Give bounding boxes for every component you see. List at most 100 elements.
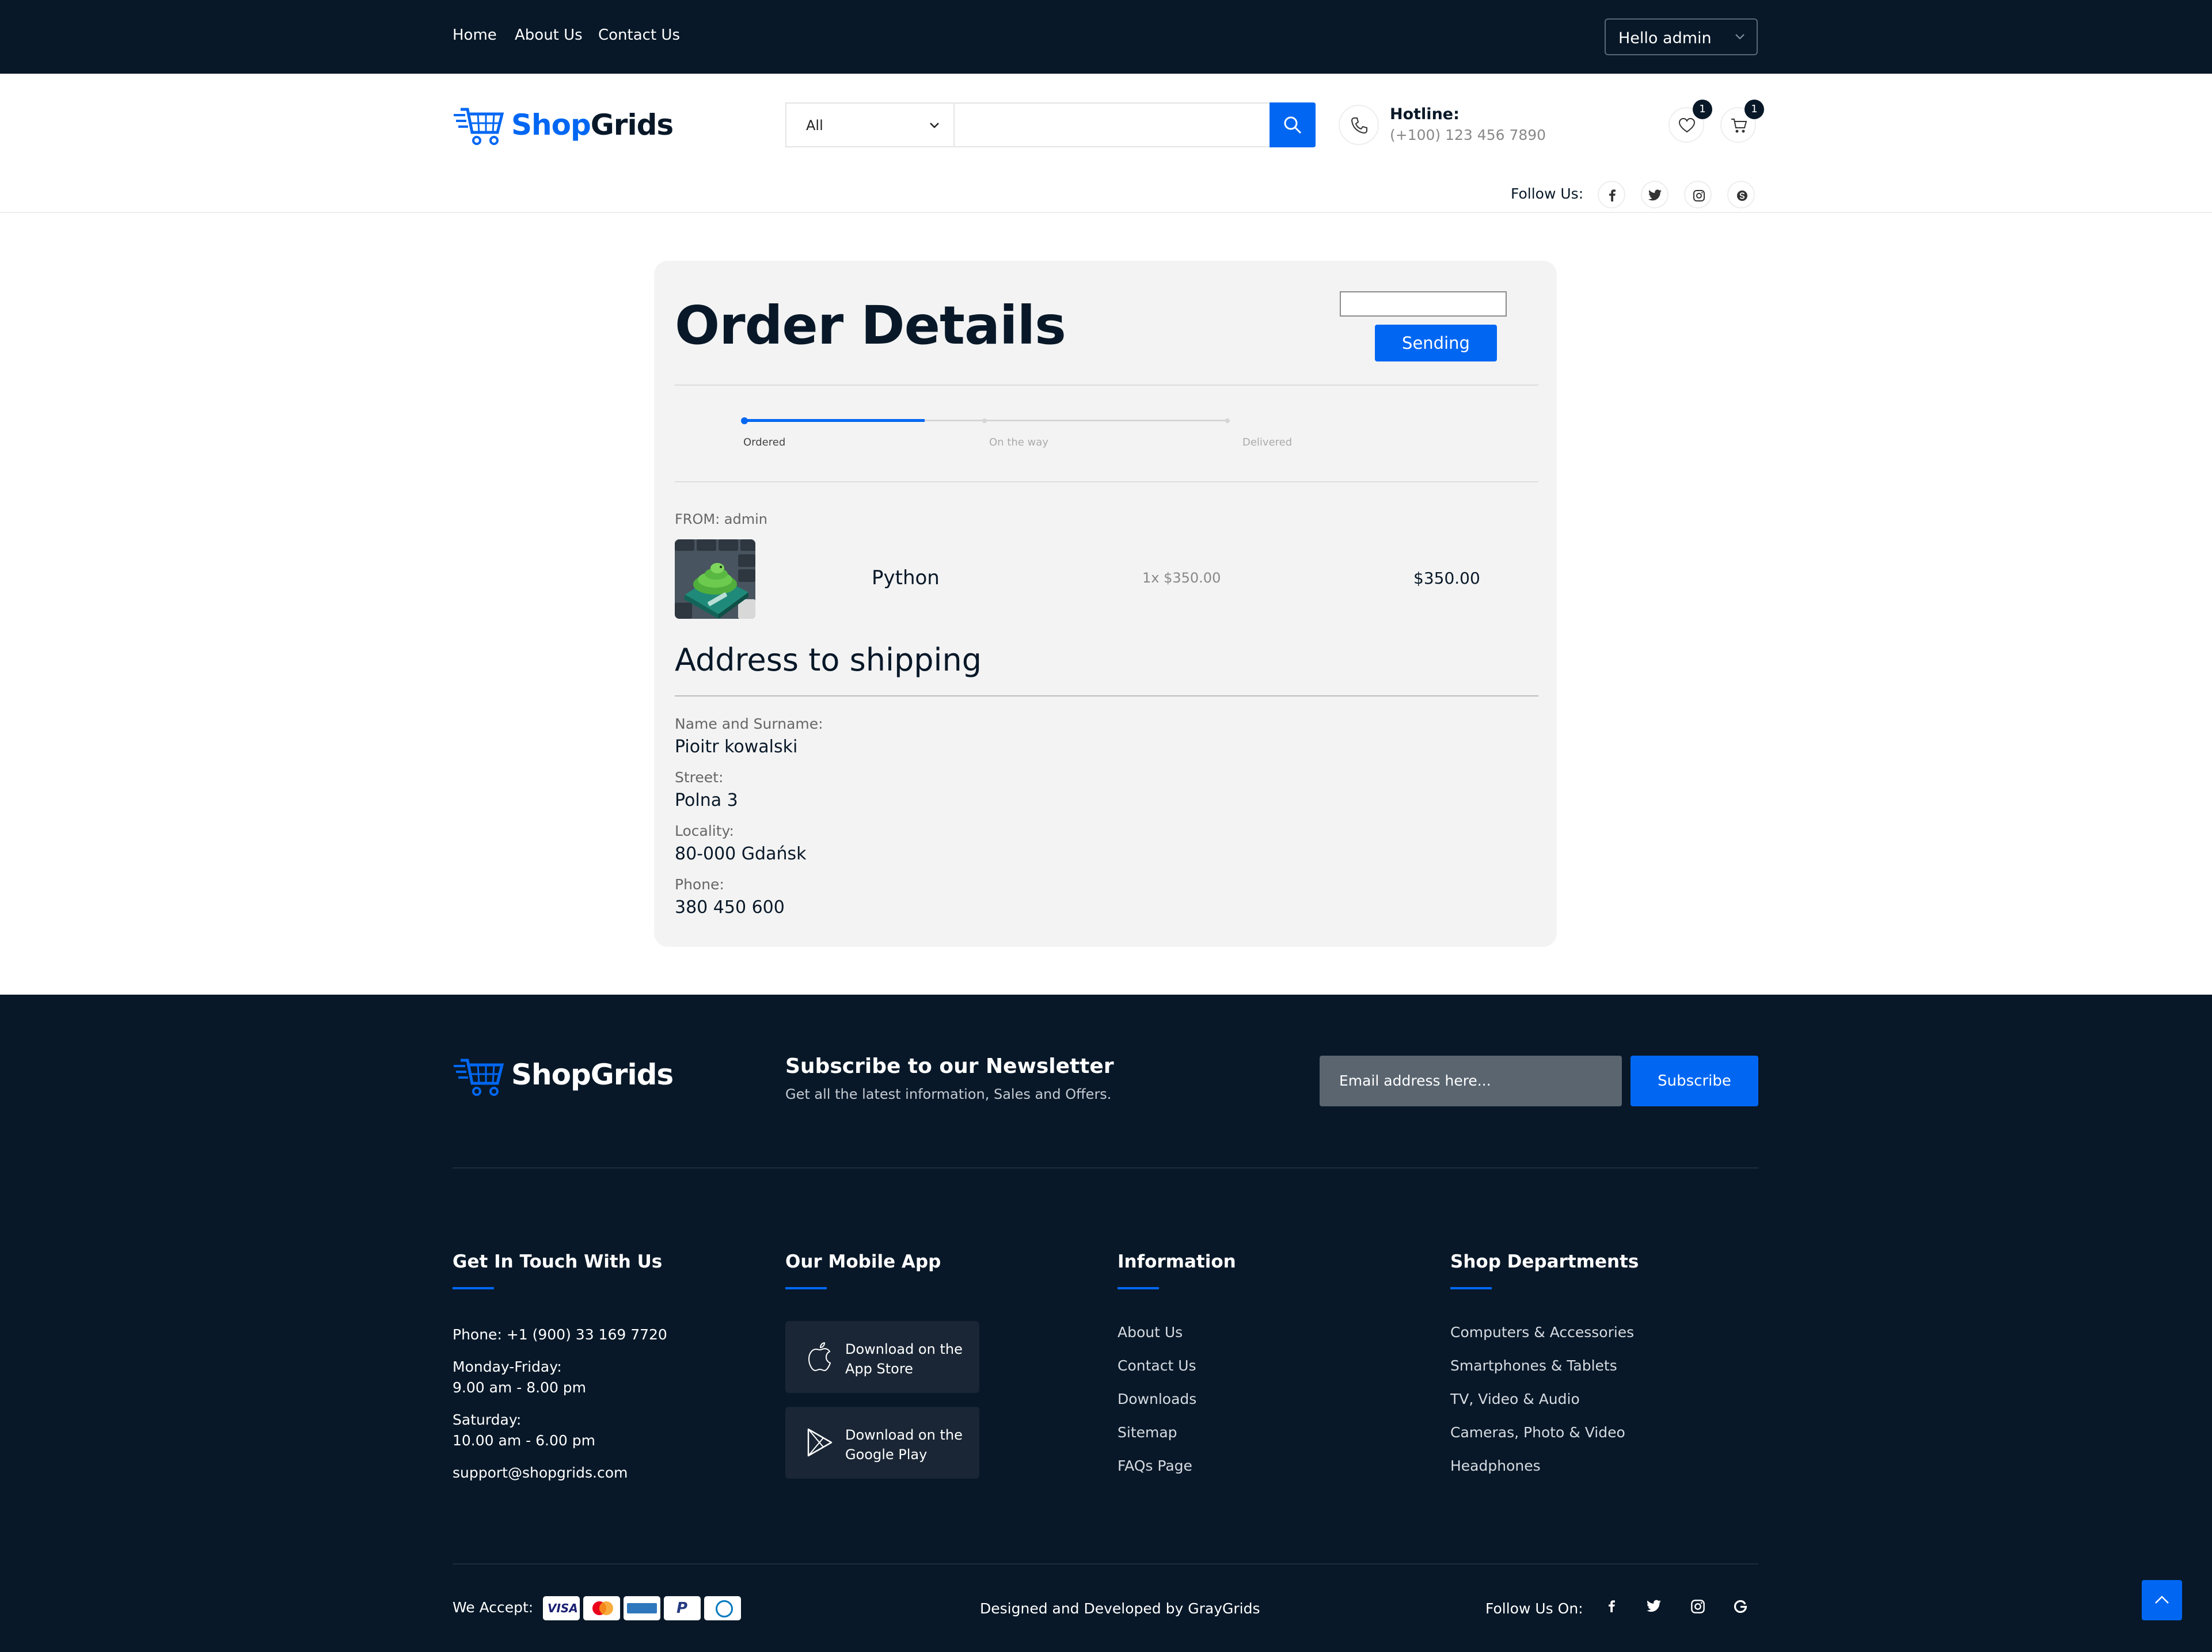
nav-home-link[interactable]: Home — [453, 26, 497, 44]
we-accept-label: We Accept: — [453, 1599, 534, 1616]
gplay-line1: Download on the — [845, 1427, 963, 1443]
cart-count-badge: 1 — [1744, 100, 1764, 119]
wishlist-count-badge: 1 — [1693, 100, 1712, 119]
google-play-button[interactable]: Download on the Google Play — [785, 1407, 979, 1479]
follow-instagram-link[interactable] — [1684, 181, 1712, 208]
name-value: Pioitr kowalski — [675, 737, 798, 757]
hotline-phone-icon-wrap — [1339, 105, 1379, 145]
locality-label: Locality: — [675, 823, 734, 839]
info-link-about-us[interactable]: About Us — [1118, 1324, 1183, 1341]
progress-dot-ordered — [741, 417, 748, 424]
subscribe-button[interactable]: Subscribe — [1631, 1056, 1758, 1106]
dept-link-cameras[interactable]: Cameras, Photo & Video — [1450, 1424, 1625, 1441]
instagram-icon — [1691, 1600, 1705, 1613]
progress-dot-on-the-way — [982, 418, 987, 423]
phone-icon — [1351, 117, 1367, 134]
progress-step-delivered: Delivered — [1242, 436, 1293, 448]
mobile-app-heading: Our Mobile App — [785, 1251, 941, 1272]
heading-underline — [1118, 1287, 1159, 1289]
visa-icon: VISA — [543, 1596, 580, 1620]
app-store-button[interactable]: Download on the App Store — [785, 1321, 979, 1393]
info-link-downloads[interactable]: Downloads — [1118, 1391, 1196, 1407]
dept-link-smartphones[interactable]: Smartphones & Tablets — [1450, 1357, 1617, 1374]
twitter-icon — [1647, 1600, 1661, 1612]
user-menu-select[interactable]: Hello admin — [1605, 18, 1758, 55]
chevron-down-icon — [930, 123, 939, 128]
follow-facebook-link[interactable] — [1598, 181, 1625, 208]
footer-facebook-link[interactable] — [1606, 1598, 1620, 1615]
heading-underline — [1450, 1287, 1492, 1289]
scroll-to-top-button[interactable] — [2142, 1580, 2182, 1620]
address-title: Address to shipping — [675, 642, 982, 678]
footer-twitter-link[interactable] — [1647, 1600, 1663, 1613]
follow-twitter-link[interactable] — [1641, 181, 1668, 208]
progress-fill — [744, 419, 925, 422]
appstore-line1: Download on the — [845, 1341, 963, 1357]
weekday-hours: 9.00 am - 8.00 pm — [453, 1379, 587, 1396]
gplay-line2: Google Play — [845, 1447, 928, 1463]
footer-divider — [453, 1167, 1758, 1168]
progress-dot-delivered — [1225, 418, 1230, 423]
phone-value: 380 450 600 — [675, 897, 785, 918]
footer-bottom-divider — [453, 1563, 1758, 1565]
phone-label: Phone: — [675, 876, 724, 893]
dept-link-computers[interactable]: Computers & Accessories — [1450, 1324, 1634, 1341]
chevron-down-icon — [1735, 34, 1744, 40]
cart-icon — [1731, 119, 1747, 133]
weekday-label: Monday-Friday: — [453, 1358, 562, 1375]
heading-underline — [785, 1287, 827, 1289]
contact-phone: Phone: +1 (900) 33 169 7720 — [453, 1326, 667, 1343]
search-button[interactable] — [1270, 102, 1316, 147]
follow-label: Follow Us: — [1511, 185, 1584, 202]
item-total: $350.00 — [1413, 569, 1480, 588]
search-bar: All — [785, 102, 1316, 147]
search-icon — [1284, 116, 1302, 134]
search-input[interactable] — [955, 104, 1271, 147]
hotline-label: Hotline: — [1390, 105, 1460, 123]
contact-email-link[interactable]: support@shopgrids.com — [453, 1464, 628, 1481]
departments-heading: Shop Departments — [1450, 1251, 1639, 1272]
saturday-label: Saturday: — [453, 1411, 522, 1428]
footer-logo[interactable]: ShopGrids — [453, 1055, 674, 1101]
appstore-line2: App Store — [845, 1361, 913, 1377]
category-select[interactable]: All — [786, 104, 955, 146]
subscribe-button-label: Subscribe — [1658, 1072, 1731, 1090]
paypal-icon: P — [664, 1596, 701, 1620]
street-label: Street: — [675, 769, 724, 786]
nav-contact-link[interactable]: Contact Us — [598, 26, 680, 44]
python-product-image — [675, 539, 755, 619]
order-status-input[interactable] — [1340, 291, 1507, 317]
skype-icon — [1737, 191, 1747, 201]
hotline-number: (+100) 123 456 7890 — [1390, 127, 1546, 143]
user-menu-label: Hello admin — [1618, 29, 1712, 47]
newsletter-title: Subscribe to our Newsletter — [785, 1055, 1114, 1078]
facebook-icon — [1609, 189, 1616, 201]
instagram-icon — [1693, 190, 1705, 201]
diners-icon — [704, 1596, 741, 1620]
info-link-faqs[interactable]: FAQs Page — [1118, 1457, 1192, 1474]
product-thumbnail — [675, 539, 755, 619]
progress-step-ordered: Ordered — [743, 436, 786, 448]
site-logo[interactable]: ShopGrids — [453, 102, 674, 149]
amex-icon — [624, 1596, 660, 1620]
locality-value: 80-000 Gdańsk — [675, 844, 807, 864]
footer-instagram-link[interactable] — [1690, 1599, 1705, 1614]
item-qty-price: 1x $350.00 — [1142, 570, 1221, 586]
nav-about-link[interactable]: About Us — [515, 26, 583, 44]
footer-google-link[interactable] — [1733, 1599, 1748, 1614]
info-link-contact-us[interactable]: Contact Us — [1118, 1357, 1196, 1374]
newsletter-email-input[interactable]: Email address here... — [1320, 1056, 1622, 1106]
item-name: Python — [872, 566, 940, 589]
progress-step-on-the-way: On the way — [989, 436, 1048, 448]
cart-logo-icon — [454, 1059, 504, 1096]
saturday-hours: 10.00 am - 6.00 pm — [453, 1432, 595, 1449]
dept-link-headphones[interactable]: Headphones — [1450, 1457, 1541, 1474]
dept-link-tv-video[interactable]: TV, Video & Audio — [1450, 1391, 1580, 1407]
page-title: Order Details — [675, 295, 1066, 356]
facebook-icon — [1609, 1600, 1615, 1612]
follow-skype-link[interactable] — [1727, 181, 1755, 208]
newsletter-subtitle: Get all the latest information, Sales an… — [785, 1086, 1112, 1102]
twitter-icon — [1648, 189, 1662, 201]
info-link-sitemap[interactable]: Sitemap — [1118, 1424, 1177, 1441]
status-sending-button[interactable]: Sending — [1375, 325, 1497, 361]
